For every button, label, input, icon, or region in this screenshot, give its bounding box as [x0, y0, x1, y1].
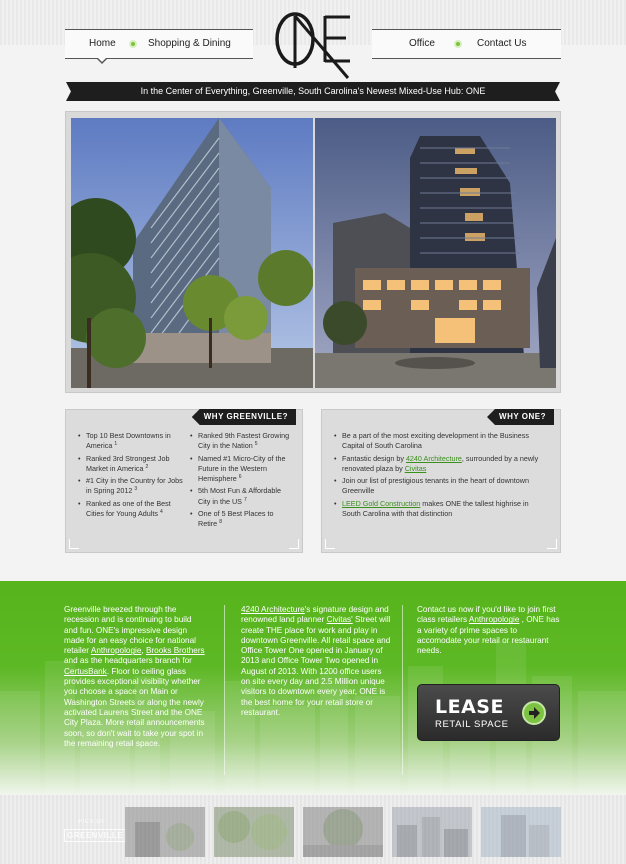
nav-dot-icon [129, 40, 137, 48]
panel-corner [325, 539, 335, 549]
list-item: Ranked as one of the Best Cities for You… [78, 499, 188, 520]
nav-bar-right: Office Contact Us [372, 29, 561, 59]
link-leed-gold[interactable]: LEED Gold Construction [342, 499, 420, 508]
retail-description: Greenville breezed through the recession… [64, 605, 206, 749]
list-item-text: One of 5 Best Places to Retire [198, 509, 274, 529]
why-greenville-panel: WHY GREENVILLE? Top 10 Best Downtowns in… [65, 409, 303, 553]
list-item-text: Ranked as one of the Best Cities for You… [86, 498, 171, 519]
lease-retail-space-button[interactable]: LEASE RETAIL SPACE [417, 684, 560, 741]
link-civitas[interactable]: Civitas [405, 464, 427, 473]
paragraph-text: . Floor to ceiling glass provides except… [64, 666, 205, 748]
link-4240-architecture[interactable]: 4240 Architecture [241, 605, 305, 614]
link-certusbank[interactable]: CertusBank [64, 667, 107, 676]
lease-title: LEASE [435, 696, 504, 718]
nav-dot-icon [454, 40, 462, 48]
link-anthropologie[interactable]: Anthropologie [469, 615, 520, 624]
list-item-text: Ranked 9th Fastest Growing City in the N… [198, 431, 290, 451]
list-item: LEED Gold Construction makes ONE the tal… [334, 499, 546, 520]
tagline-banner: In the Center of Everything, Greenville,… [66, 82, 560, 101]
paragraph-text: Street will create THE place for work an… [241, 615, 391, 717]
building-photo-left [71, 118, 313, 388]
link-4240-architecture[interactable]: 4240 Architecture [406, 454, 462, 463]
column-divider [224, 605, 225, 775]
list-item: 5th Most Fun & Affordable City in the US… [190, 486, 290, 507]
contact-description: Contact us now if you'd like to join fir… [417, 605, 563, 656]
footnote-ref: 6 [238, 474, 242, 481]
list-item: #1 City in the Country for Jobs in Sprin… [78, 476, 188, 497]
why-one-title: WHY ONE? [487, 409, 554, 425]
one-logo[interactable] [270, 6, 358, 80]
footnote-ref: 7 [243, 496, 247, 503]
hero-photo-frame [65, 111, 561, 393]
list-item: Top 10 Best Downtowns in America 1 [78, 431, 188, 452]
why-one-list: Be a part of the most exciting developme… [334, 431, 546, 521]
gallery-thumbnail[interactable] [125, 807, 205, 857]
footnote-ref: 8 [219, 519, 222, 526]
list-item: Join our list of prestigious tenants in … [334, 476, 546, 497]
list-item: One of 5 Best Places to Retire 8 [190, 509, 290, 530]
column-divider [402, 605, 403, 775]
list-item: Ranked 3rd Strongest Job Market in Ameri… [78, 454, 188, 475]
link-brooks-brothers[interactable]: Brooks Brothers [146, 646, 205, 655]
gallery-thumbnail[interactable] [303, 807, 383, 857]
nav-home[interactable]: Home [89, 38, 116, 49]
pics-label-big: GREENVILLE [64, 829, 127, 842]
gallery-thumbnail[interactable] [392, 807, 472, 857]
why-greenville-list-2: Ranked 9th Fastest Growing City in the N… [190, 431, 290, 532]
why-greenville-list-1: Top 10 Best Downtowns in America 1 Ranke… [78, 431, 188, 521]
list-item: Ranked 9th Fastest Growing City in the N… [190, 431, 290, 452]
list-item-text: Ranked 3rd Strongest Job Market in Ameri… [86, 453, 170, 473]
list-item-text: 5th Most Fun & Affordable City in the US [198, 486, 281, 506]
gallery-thumbnail[interactable] [214, 807, 294, 857]
link-civitas[interactable]: Civitas' [327, 615, 353, 624]
design-description: 4240 Architecture's signature design and… [241, 605, 391, 718]
green-info-section: Greenville breezed through the recession… [0, 581, 626, 794]
gallery-thumbnail[interactable] [481, 807, 561, 857]
active-nav-caret-inner [97, 57, 107, 62]
footnote-ref: 1 [114, 441, 118, 448]
nav-office[interactable]: Office [409, 38, 435, 49]
panel-corner [69, 539, 79, 549]
footnote-ref: 2 [145, 463, 149, 470]
pics-strip: PICS OF GREENVILLE [0, 795, 626, 864]
lease-subtitle: RETAIL SPACE [435, 719, 509, 730]
pics-label-small: PICS OF [78, 819, 106, 825]
list-item-text: Fantastic design by [342, 453, 406, 463]
nav-contact-us[interactable]: Contact Us [477, 38, 526, 49]
building-photo-right [315, 118, 556, 388]
panel-corner [289, 539, 299, 549]
list-item: Fantastic design by 4240 Architecture, s… [334, 454, 546, 475]
paragraph-text: and as the headquarters branch for [64, 656, 192, 666]
nav-shopping-dining[interactable]: Shopping & Dining [148, 38, 231, 49]
why-greenville-title: WHY GREENVILLE? [191, 409, 296, 425]
pics-of-greenville-label[interactable]: PICS OF GREENVILLE [64, 819, 127, 843]
why-one-panel: WHY ONE? Be a part of the most exciting … [321, 409, 561, 553]
link-anthropologie[interactable]: Anthropologie [91, 646, 142, 655]
footnote-ref: 4 [159, 509, 163, 516]
list-item: Be a part of the most exciting developme… [334, 431, 546, 452]
arrow-right-icon [522, 701, 546, 725]
list-item: Named #1 Micro-City of the Future in the… [190, 454, 290, 485]
nav-bar-left: Home Shopping & Dining [65, 29, 253, 59]
footnote-ref: 3 [134, 486, 138, 493]
list-item-text: Top 10 Best Downtowns in America [86, 431, 171, 451]
footnote-ref: 5 [254, 441, 258, 448]
panel-corner [547, 539, 557, 549]
